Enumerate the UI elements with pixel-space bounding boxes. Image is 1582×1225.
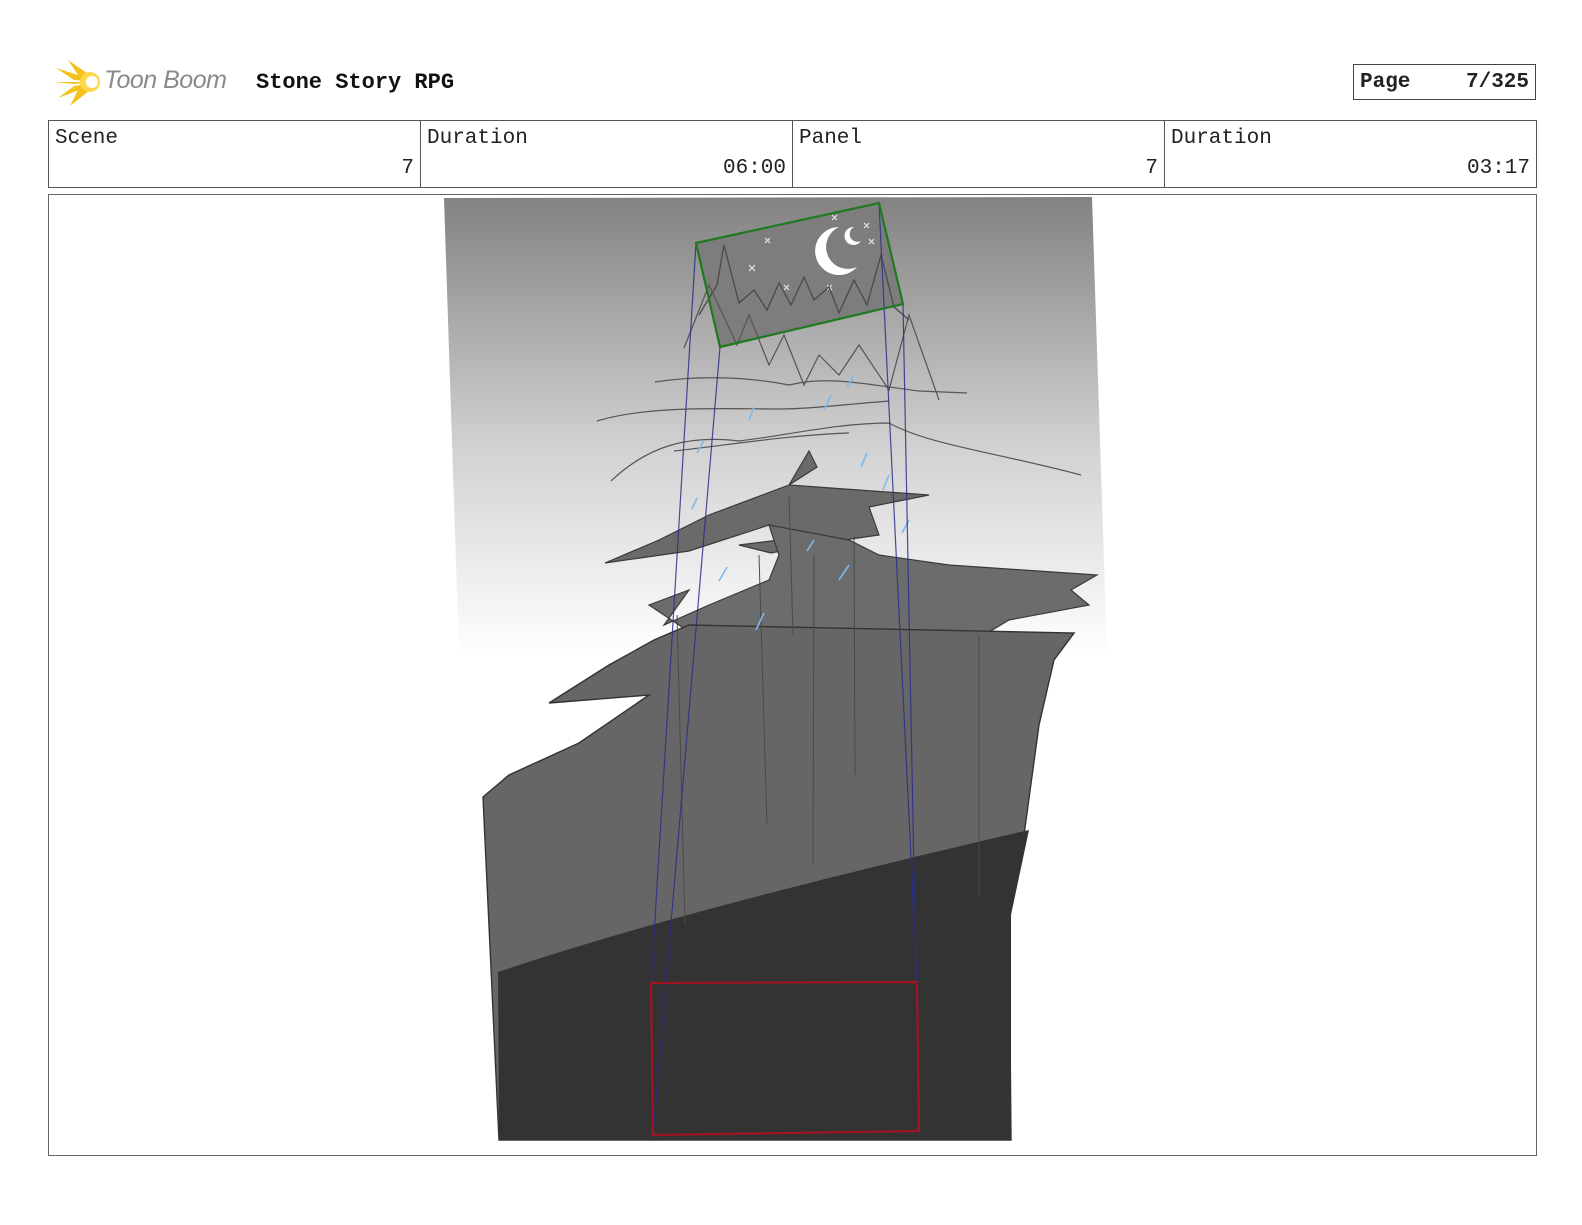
panel-duration-value: 03:17 [1466,157,1530,180]
project-title: Stone Story RPG [256,70,455,95]
panel-value: 7 [1145,157,1158,180]
scene-label: Scene [55,127,119,150]
scene-value: 7 [401,157,414,180]
storyboard-header: Toon Boom Stone Story RPG [52,56,1532,108]
scene-cell: Scene 7 [49,121,421,187]
panel-drawing [444,197,1107,1141]
toon-boom-logo: Toon Boom [52,56,242,108]
panel-cell: Panel 7 [793,121,1165,187]
scene-duration-value: 06:00 [722,157,786,180]
scene-info-table: Scene 7 Duration 06:00 Panel 7 Duration … [48,120,1537,188]
scene-duration-label: Duration [427,127,528,150]
page-label: Page [1360,71,1411,94]
panel-label: Panel [799,127,863,150]
scene-duration-cell: Duration 06:00 [421,121,793,187]
brand-wordmark: Toon Boom [104,66,227,94]
storyboard-panel [48,194,1537,1156]
toon-boom-star-icon [54,60,100,106]
panel-duration-cell: Duration 03:17 [1165,121,1536,187]
panel-duration-label: Duration [1171,127,1272,150]
page-counter: Page 7/325 [1353,64,1536,100]
page-value: 7/325 [1465,71,1529,94]
